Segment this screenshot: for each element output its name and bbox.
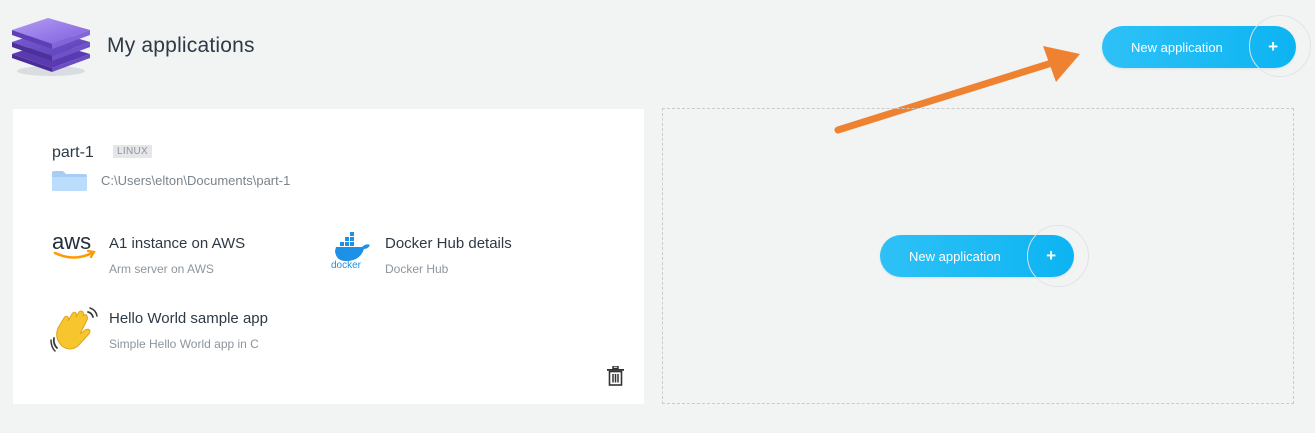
plus-icon: + <box>1046 246 1056 265</box>
svg-text:aws: aws <box>52 229 91 254</box>
trash-icon[interactable] <box>607 366 624 386</box>
application-path: C:\Users\elton\Documents\part-1 <box>101 173 291 188</box>
new-application-label: New application <box>909 248 1001 264</box>
service-title: Docker Hub details <box>385 235 512 252</box>
new-application-button[interactable]: New application + <box>1102 26 1296 68</box>
os-badge: LINUX <box>113 145 152 158</box>
aws-logo-icon: aws <box>52 229 96 259</box>
page-title: My applications <box>107 34 255 57</box>
docker-logo-icon: docker <box>331 232 370 269</box>
application-card[interactable]: part-1 LINUX C:\Users\elton\Documents\pa… <box>13 109 644 404</box>
service-title: Hello World sample app <box>109 310 268 327</box>
service-title: A1 instance on AWS <box>109 235 246 252</box>
application-name: part-1 <box>52 144 94 161</box>
folder-icon <box>52 171 87 191</box>
service-subtitle: Simple Hello World app in C <box>109 337 259 351</box>
service-subtitle: Docker Hub <box>385 262 449 276</box>
svg-text:docker: docker <box>331 260 362 269</box>
app-logo-icon <box>12 18 90 76</box>
service-subtitle: Arm server on AWS <box>109 262 214 276</box>
plus-icon: + <box>1268 37 1278 56</box>
new-application-button-center[interactable]: New application + <box>880 235 1074 277</box>
waving-hand-icon <box>50 307 98 352</box>
new-application-label: New application <box>1131 39 1223 55</box>
